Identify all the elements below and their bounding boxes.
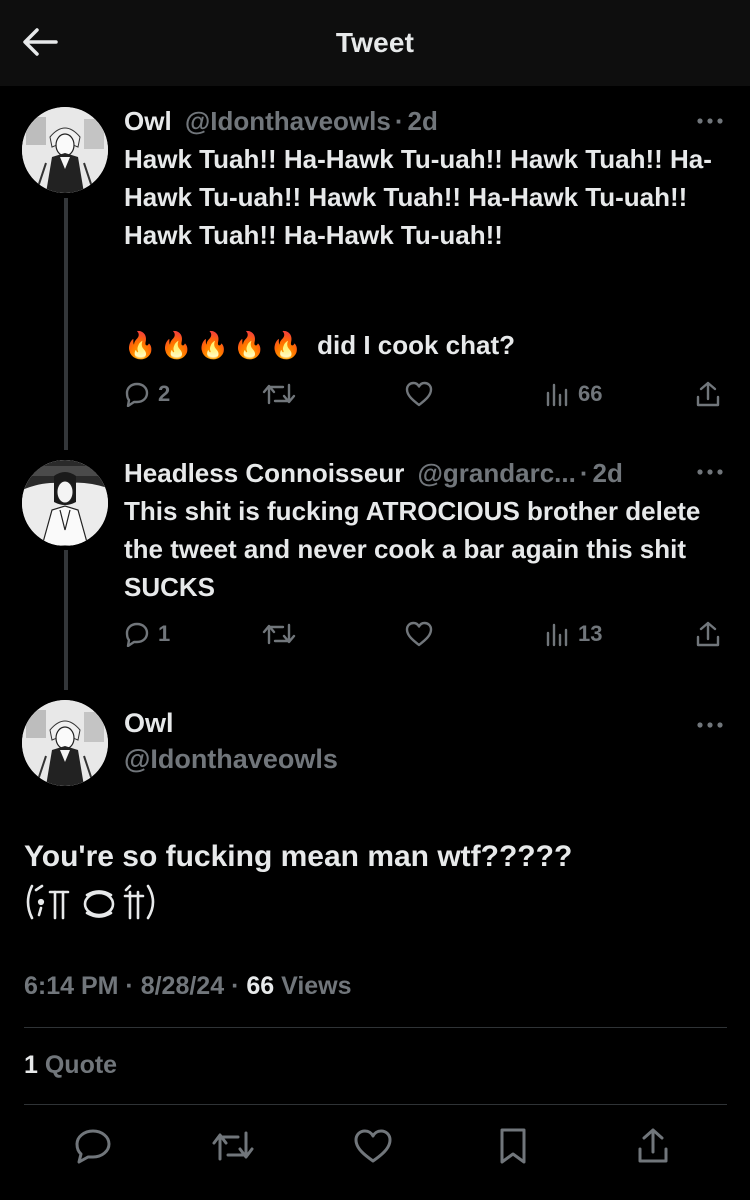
views-count: 13 bbox=[578, 621, 603, 646]
separator-dot: · bbox=[224, 972, 247, 1000]
top-bar: Tweet bbox=[0, 0, 750, 86]
separator-dot: · bbox=[118, 972, 141, 1000]
like-button[interactable] bbox=[404, 374, 434, 414]
quote-label: Quote bbox=[44, 1051, 118, 1079]
user-handle[interactable]: @grandarc... bbox=[418, 458, 576, 488]
reply-icon bbox=[75, 1129, 111, 1164]
retweet-button[interactable] bbox=[262, 614, 296, 654]
retweet-icon bbox=[262, 623, 296, 645]
retweet-icon bbox=[262, 383, 296, 405]
tweet-header: Owl @Idonthaveowls · 2d bbox=[124, 106, 438, 137]
arrow-left-icon bbox=[23, 28, 58, 56]
share-icon bbox=[696, 621, 720, 647]
display-name[interactable]: Owl bbox=[124, 106, 172, 136]
timestamp[interactable]: 2d bbox=[593, 458, 623, 488]
share-button[interactable] bbox=[694, 614, 722, 654]
kaomoji-glyphs bbox=[26, 884, 155, 920]
user-handle[interactable]: @Idonthaveowls bbox=[124, 744, 338, 775]
back-button[interactable] bbox=[20, 22, 60, 62]
avatar[interactable] bbox=[22, 700, 108, 786]
reply-button[interactable]: 1 bbox=[124, 614, 170, 654]
retweet-button[interactable] bbox=[262, 374, 296, 414]
analytics-icon bbox=[546, 383, 568, 407]
avatar[interactable] bbox=[22, 460, 108, 546]
avatar-illustration bbox=[22, 107, 108, 193]
reply-button[interactable]: 2 bbox=[124, 374, 170, 414]
analytics-icon bbox=[546, 623, 568, 647]
tweet-body: Hawk Tuah!! Ha-Hawk Tu-uah!! Hawk Tuah!!… bbox=[124, 144, 712, 250]
user-handle[interactable]: @Idonthaveowls bbox=[185, 106, 391, 136]
share-icon bbox=[696, 381, 720, 407]
like-button[interactable] bbox=[404, 614, 434, 654]
share-button[interactable] bbox=[629, 1122, 677, 1170]
reply-button[interactable] bbox=[69, 1122, 117, 1170]
views-label: Views bbox=[281, 972, 352, 1000]
share-icon bbox=[638, 1128, 668, 1163]
retweet-button[interactable] bbox=[209, 1122, 257, 1170]
avatar-illustration bbox=[22, 700, 108, 786]
tweet-body: You're so fucking mean man wtf????? bbox=[24, 840, 573, 873]
bookmark-icon bbox=[500, 1128, 526, 1164]
heart-icon bbox=[405, 381, 433, 407]
reply-count: 2 bbox=[158, 381, 171, 406]
quotes-link[interactable]: 1 Quote bbox=[24, 1051, 117, 1080]
views-button[interactable]: 13 bbox=[544, 614, 602, 654]
heart-icon bbox=[354, 1129, 392, 1163]
tweet-meta: 6:14 PM · 8/28/24 · 66 Views bbox=[24, 972, 352, 1001]
heart-icon bbox=[405, 621, 433, 647]
reply-count: 1 bbox=[158, 621, 171, 646]
views-count: 66 bbox=[578, 381, 603, 406]
thread-connector bbox=[64, 198, 68, 450]
tweet-time: 6:14 PM bbox=[24, 972, 119, 1000]
more-options-button[interactable] bbox=[692, 111, 728, 131]
views-button[interactable]: 66 bbox=[544, 374, 602, 414]
divider bbox=[24, 1104, 727, 1105]
fire-emojis: 🔥🔥🔥🔥🔥 bbox=[124, 330, 306, 360]
tweet-header: Headless Connoisseur @grandarc... · 2d bbox=[124, 458, 623, 489]
page-title: Tweet bbox=[335, 27, 415, 58]
bookmark-button[interactable] bbox=[489, 1122, 537, 1170]
main-tweet-actions bbox=[0, 1122, 750, 1172]
share-button[interactable] bbox=[694, 374, 722, 414]
separator-dot: · bbox=[579, 458, 589, 488]
avatar-illustration bbox=[22, 460, 108, 546]
emoji-caption: did I cook chat? bbox=[317, 330, 516, 360]
tweet-actions: 1 13 bbox=[124, 614, 728, 654]
tweet-emoji-line: 🔥🔥🔥🔥🔥 did I cook chat? bbox=[124, 326, 724, 364]
more-horizontal-icon bbox=[697, 469, 723, 475]
kaomoji bbox=[22, 880, 162, 929]
more-horizontal-icon bbox=[697, 118, 723, 124]
quote-count: 1 bbox=[24, 1051, 38, 1079]
timestamp[interactable]: 2d bbox=[408, 106, 438, 136]
thread-connector bbox=[64, 550, 68, 690]
views-count: 66 bbox=[246, 972, 275, 1000]
display-name[interactable]: Headless Connoisseur bbox=[124, 458, 404, 488]
like-button[interactable] bbox=[349, 1122, 397, 1170]
tweet-screen: Tweet Owl @Idonthaveowls · 2d Hawk Tuah!! … bbox=[0, 0, 750, 1200]
avatar[interactable] bbox=[22, 107, 108, 193]
divider bbox=[24, 1027, 727, 1028]
tweet-body: This shit is fucking ATROCIOUS brother d… bbox=[124, 496, 701, 602]
more-horizontal-icon bbox=[697, 722, 723, 728]
more-options-button[interactable] bbox=[692, 462, 728, 482]
retweet-icon bbox=[212, 1131, 254, 1161]
tweet-actions: 2 66 bbox=[124, 374, 728, 414]
tweet-date: 8/28/24 bbox=[140, 972, 225, 1000]
separator-dot: · bbox=[394, 106, 404, 136]
reply-icon bbox=[125, 382, 149, 407]
more-options-button[interactable] bbox=[692, 715, 728, 735]
reply-icon bbox=[125, 622, 149, 647]
display-name[interactable]: Owl bbox=[124, 708, 174, 739]
